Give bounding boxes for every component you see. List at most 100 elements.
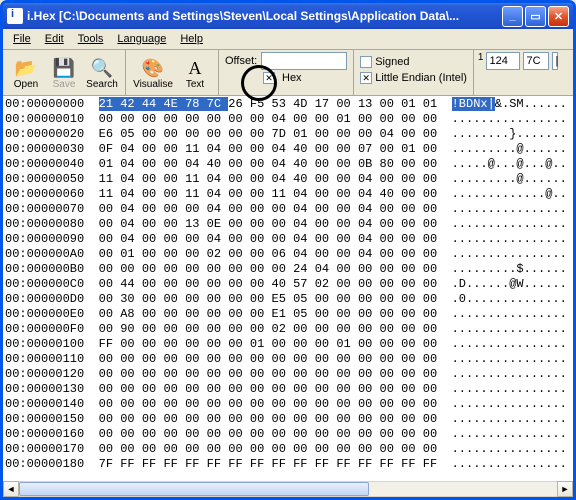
hex-byte[interactable]: 04: [185, 157, 207, 171]
ascii-char[interactable]: .: [459, 217, 466, 231]
ascii-char[interactable]: .: [488, 412, 495, 426]
hex-byte[interactable]: 00: [99, 442, 121, 456]
ascii-char[interactable]: .: [516, 412, 523, 426]
hex-byte[interactable]: 00: [228, 142, 250, 156]
ascii-char[interactable]: .: [524, 307, 531, 321]
ascii-char[interactable]: .: [480, 397, 487, 411]
hex-byte[interactable]: E1: [272, 307, 294, 321]
hex-byte[interactable]: 00: [185, 277, 207, 291]
ascii-char[interactable]: .: [552, 337, 559, 351]
menu-help[interactable]: Help: [174, 31, 209, 47]
ascii-char[interactable]: .: [452, 262, 459, 276]
ascii-char[interactable]: .: [480, 202, 487, 216]
hex-byte[interactable]: 00: [163, 397, 185, 411]
ascii-char[interactable]: .: [459, 307, 466, 321]
hex-byte[interactable]: 00: [336, 247, 358, 261]
ascii-char[interactable]: .: [516, 382, 523, 396]
ascii-char[interactable]: .: [459, 202, 466, 216]
ascii-char[interactable]: .: [495, 457, 502, 471]
hex-byte[interactable]: 00: [315, 232, 337, 246]
hex-byte[interactable]: 00: [336, 97, 358, 111]
hex-byte[interactable]: 00: [423, 202, 437, 216]
hex-byte[interactable]: 04: [358, 187, 380, 201]
hex-byte[interactable]: 00: [401, 187, 423, 201]
ascii-char[interactable]: .: [459, 262, 466, 276]
hex-byte[interactable]: 00: [163, 232, 185, 246]
ascii-char[interactable]: .: [480, 322, 487, 336]
hex-byte[interactable]: 00: [250, 307, 272, 321]
ascii-char[interactable]: .: [488, 397, 495, 411]
hex-byte[interactable]: 00: [358, 412, 380, 426]
hex-byte[interactable]: 00: [185, 367, 207, 381]
hex-byte[interactable]: 00: [250, 172, 272, 186]
hex-byte[interactable]: 00: [423, 127, 437, 141]
ascii-char[interactable]: .: [488, 202, 495, 216]
hex-byte[interactable]: 00: [207, 112, 229, 126]
ascii-char[interactable]: .: [531, 397, 538, 411]
ascii-char[interactable]: .: [524, 202, 531, 216]
hex-byte[interactable]: 04: [358, 232, 380, 246]
hex-byte[interactable]: E6: [99, 127, 121, 141]
ascii-char[interactable]: .: [552, 277, 559, 291]
hex-byte[interactable]: 00: [142, 232, 164, 246]
hex-row[interactable]: 00:00000030 0F 04 00 00 11 04 00 00 04 4…: [5, 142, 571, 157]
hex-byte[interactable]: 04: [272, 142, 294, 156]
ascii-char[interactable]: .: [516, 367, 523, 381]
hex-byte[interactable]: 00: [228, 112, 250, 126]
ascii-char[interactable]: .: [459, 172, 466, 186]
hex-byte[interactable]: 00: [228, 367, 250, 381]
hex-byte[interactable]: 00: [336, 157, 358, 171]
hex-byte[interactable]: 01: [401, 97, 423, 111]
hex-byte[interactable]: 0F: [99, 142, 121, 156]
ascii-char[interactable]: .: [560, 292, 567, 306]
hex-byte[interactable]: 00: [163, 262, 185, 276]
ascii-char[interactable]: .: [516, 187, 523, 201]
ascii-char[interactable]: .: [495, 112, 502, 126]
ascii-char[interactable]: .: [560, 412, 567, 426]
hex-byte[interactable]: 00: [423, 442, 437, 456]
hex-row[interactable]: 00:00000170 00 00 00 00 00 00 00 00 00 0…: [5, 442, 571, 457]
hex-byte[interactable]: 00: [401, 247, 423, 261]
hex-row[interactable]: 00:00000110 00 00 00 00 00 00 00 00 00 0…: [5, 352, 571, 367]
ascii-char[interactable]: .: [495, 352, 502, 366]
hex-byte[interactable]: 00: [380, 172, 402, 186]
ascii-char[interactable]: .: [531, 322, 538, 336]
hex-byte[interactable]: 00: [272, 412, 294, 426]
hex-byte[interactable]: 00: [228, 247, 250, 261]
ascii-char[interactable]: .: [524, 412, 531, 426]
hex-byte[interactable]: 00: [315, 187, 337, 201]
hex-byte[interactable]: 42: [120, 97, 142, 111]
hex-byte[interactable]: 00: [163, 337, 185, 351]
hex-byte[interactable]: 02: [207, 247, 229, 261]
hex-byte[interactable]: 04: [358, 172, 380, 186]
ascii-char[interactable]: .: [452, 202, 459, 216]
ascii-char[interactable]: .: [516, 442, 523, 456]
ascii-char[interactable]: .: [495, 172, 502, 186]
ascii-char[interactable]: .: [524, 187, 531, 201]
ascii-char[interactable]: .: [480, 142, 487, 156]
ascii-char[interactable]: .: [531, 232, 538, 246]
ascii-char[interactable]: .: [459, 247, 466, 261]
hex-byte[interactable]: 00: [380, 367, 402, 381]
hex-byte[interactable]: 00: [142, 397, 164, 411]
hex-byte[interactable]: 00: [423, 142, 437, 156]
ascii-char[interactable]: .: [516, 307, 523, 321]
ascii-char[interactable]: .: [488, 337, 495, 351]
ascii-char[interactable]: .: [459, 232, 466, 246]
hex-byte[interactable]: 00: [163, 442, 185, 456]
ascii-char[interactable]: .: [524, 457, 531, 471]
ascii-char[interactable]: .: [452, 427, 459, 441]
hex-byte[interactable]: 00: [401, 172, 423, 186]
hex-byte[interactable]: 00: [99, 247, 121, 261]
ascii-char[interactable]: .: [452, 157, 459, 171]
ascii-char[interactable]: .: [452, 127, 459, 141]
hex-byte[interactable]: FF: [336, 457, 358, 471]
hex-byte[interactable]: 00: [423, 322, 437, 336]
hex-byte[interactable]: 44: [142, 97, 164, 111]
hex-byte[interactable]: 00: [272, 262, 294, 276]
ascii-char[interactable]: .: [452, 112, 459, 126]
ascii-char[interactable]: .: [531, 427, 538, 441]
hex-byte[interactable]: 00: [228, 187, 250, 201]
hex-byte[interactable]: 00: [228, 127, 250, 141]
hex-byte[interactable]: 00: [293, 382, 315, 396]
